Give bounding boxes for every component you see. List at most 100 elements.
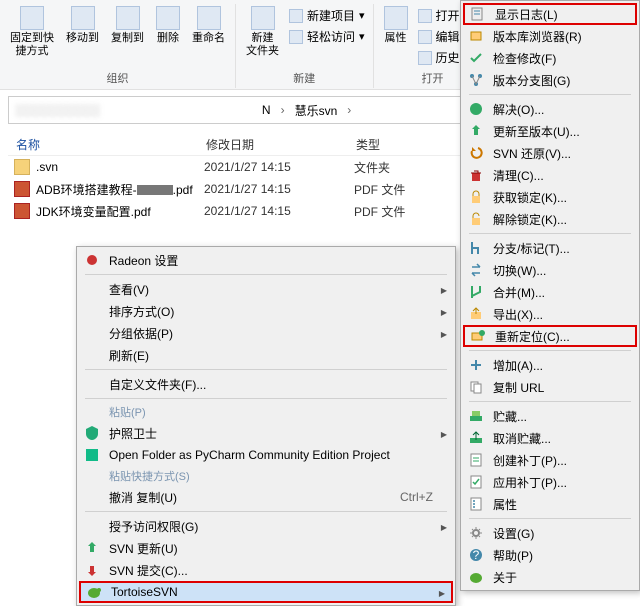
moveto-button[interactable]: 移动到 <box>60 4 105 47</box>
add-icon <box>468 357 484 373</box>
svn-copy-url[interactable]: 复制 URL <box>463 376 637 398</box>
svn-shelve[interactable]: 贮藏... <box>463 405 637 427</box>
pdf-icon <box>14 181 30 197</box>
file-type: 文件夹 <box>354 159 454 176</box>
menu-separator <box>85 398 447 399</box>
menu-radeon[interactable]: Radeon 设置 <box>79 249 453 271</box>
unlock-icon <box>468 211 484 227</box>
svn-check-mod[interactable]: 检查修改(F) <box>463 47 637 69</box>
pin-button[interactable]: 固定到快 捷方式 <box>4 4 60 60</box>
menu-give-access[interactable]: 授予访问权限(G) <box>79 515 453 537</box>
submenu-arrow-icon <box>441 304 447 318</box>
menu-custom-folder[interactable]: 自定义文件夹(F)... <box>79 373 453 395</box>
menu-svn-update[interactable]: SVN 更新(U) <box>79 537 453 559</box>
newfolder-button[interactable]: 新建 文件夹 <box>240 4 285 60</box>
radeon-icon <box>84 252 100 268</box>
menu-refresh[interactable]: 刷新(E) <box>79 344 453 366</box>
submenu-arrow-icon <box>441 519 447 533</box>
svn-commit-icon <box>84 562 100 578</box>
svn-properties[interactable]: 属性 <box>463 493 637 515</box>
repo-icon <box>468 28 484 44</box>
about-icon <box>468 569 484 585</box>
menu-group-paste: 粘贴(P) <box>79 402 453 422</box>
svn-show-log[interactable]: 显示日志(L) <box>463 3 637 25</box>
menu-huorong[interactable]: 护照卫士 <box>79 422 453 444</box>
merge-icon <box>468 284 484 300</box>
resolve-icon <box>468 101 484 117</box>
svn-branch-tag[interactable]: 分支/标记(T)... <box>463 237 637 259</box>
group-organize-label: 组织 <box>107 70 129 88</box>
menu-svn-commit[interactable]: SVN 提交(C)... <box>79 559 453 581</box>
svn-help[interactable]: ?帮助(P) <box>463 544 637 566</box>
svn-update-rev[interactable]: 更新至版本(U)... <box>463 120 637 142</box>
shield-icon <box>84 425 100 441</box>
svn-update-icon <box>84 540 100 556</box>
submenu-arrow-icon <box>441 282 447 296</box>
menu-group[interactable]: 分组依据(P) <box>79 322 453 344</box>
col-date[interactable]: 修改日期 <box>198 132 348 155</box>
pycharm-icon <box>84 447 100 463</box>
breadcrumb-seg[interactable]: 慧乐svn <box>291 102 342 119</box>
menu-separator <box>469 94 631 95</box>
menu-undo[interactable]: 撤消 复制(U)Ctrl+Z <box>79 486 453 508</box>
breadcrumb-blurred: ░░░░░░░░░░ <box>15 103 252 117</box>
col-name[interactable]: 名称 <box>8 132 198 155</box>
svn-merge[interactable]: 合并(M)... <box>463 281 637 303</box>
menu-separator <box>469 401 631 402</box>
apply-patch-icon <box>468 474 484 490</box>
svn-create-patch[interactable]: 创建补丁(P)... <box>463 449 637 471</box>
submenu-arrow-icon <box>439 585 445 599</box>
easyaccess-button[interactable]: 轻松访问 ▾ <box>285 27 369 46</box>
unshelve-icon <box>468 430 484 446</box>
log-icon <box>470 6 486 22</box>
group-new-label: 新建 <box>293 70 315 88</box>
svn-apply-patch[interactable]: 应用补丁(P)... <box>463 471 637 493</box>
chevron-right-icon <box>347 103 351 117</box>
delete-button[interactable]: 删除 <box>150 4 186 47</box>
properties-button[interactable]: 属性 <box>378 4 414 47</box>
rename-button[interactable]: 重命名 <box>186 4 231 47</box>
svn-rev-graph[interactable]: 版本分支图(G) <box>463 69 637 91</box>
svn-export[interactable]: 导出(X)... <box>463 303 637 325</box>
tortoisesvn-submenu: 显示日志(L) 版本库浏览器(R) 检查修改(F) 版本分支图(G) 解决(O)… <box>460 0 640 591</box>
menu-sort[interactable]: 排序方式(O) <box>79 300 453 322</box>
svn-relocate[interactable]: 重新定位(C)... <box>463 325 637 347</box>
col-type[interactable]: 类型 <box>348 132 448 155</box>
svn-release-lock[interactable]: 解除锁定(K)... <box>463 208 637 230</box>
copyto-button[interactable]: 复制到 <box>105 4 150 47</box>
group-open-label: 打开 <box>422 70 444 88</box>
submenu-arrow-icon <box>441 326 447 340</box>
newitem-button[interactable]: 新建项目 ▾ <box>285 6 369 25</box>
file-type: PDF 文件 <box>354 203 454 220</box>
menu-view[interactable]: 查看(V) <box>79 278 453 300</box>
svn-revert[interactable]: SVN 还原(V)... <box>463 142 637 164</box>
menu-pycharm[interactable]: Open Folder as PyCharm Community Edition… <box>79 444 453 466</box>
gear-icon <box>468 525 484 541</box>
file-name: ADB环境搭建教程-.pdf <box>36 181 204 198</box>
menu-separator <box>469 350 631 351</box>
svn-get-lock[interactable]: 获取锁定(K)... <box>463 186 637 208</box>
lock-icon <box>468 189 484 205</box>
menu-separator <box>85 369 447 370</box>
svn-cleanup[interactable]: 清理(C)... <box>463 164 637 186</box>
file-date: 2021/1/27 14:15 <box>204 204 354 218</box>
tortoise-icon <box>86 584 102 600</box>
censored-text <box>137 185 173 195</box>
switch-icon <box>468 262 484 278</box>
shelve-icon <box>468 408 484 424</box>
svn-about[interactable]: 关于 <box>463 566 637 588</box>
export-icon <box>468 306 484 322</box>
breadcrumb-seg[interactable]: N <box>258 103 275 117</box>
menu-tortoisesvn[interactable]: TortoiseSVN <box>79 581 453 603</box>
menu-separator <box>85 274 447 275</box>
copy-icon <box>468 379 484 395</box>
relocate-icon <box>470 328 486 344</box>
svn-resolve[interactable]: 解决(O)... <box>463 98 637 120</box>
svn-unshelve[interactable]: 取消贮藏... <box>463 427 637 449</box>
menu-separator <box>469 518 631 519</box>
file-name: JDK环境变量配置.pdf <box>36 203 204 220</box>
svn-settings[interactable]: 设置(G) <box>463 522 637 544</box>
svn-switch[interactable]: 切换(W)... <box>463 259 637 281</box>
svn-repo-browser[interactable]: 版本库浏览器(R) <box>463 25 637 47</box>
svn-add[interactable]: 增加(A)... <box>463 354 637 376</box>
